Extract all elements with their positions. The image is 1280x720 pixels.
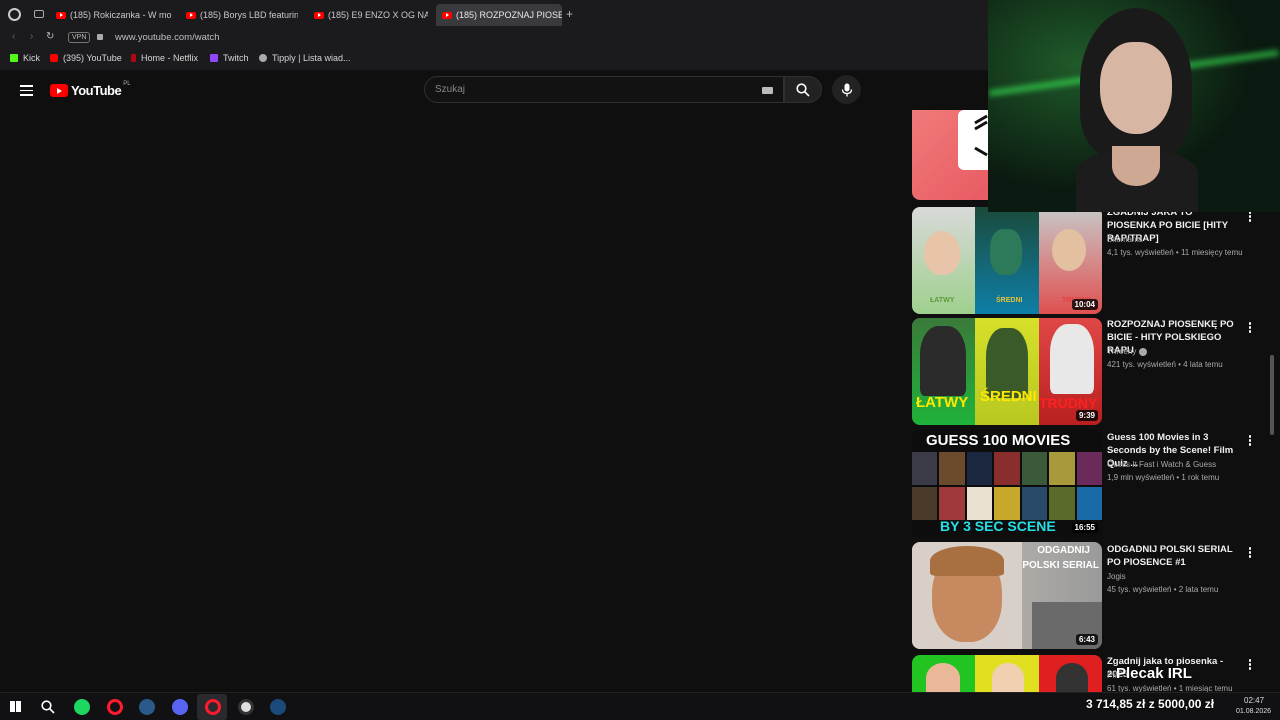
opera-gx-icon[interactable]	[205, 699, 221, 715]
bookmark-twitch[interactable]: Twitch	[210, 53, 249, 63]
tipply-icon	[259, 54, 267, 62]
tab-2[interactable]: (185) Borys LBD featuring I	[186, 4, 298, 26]
sidebar-scrollbar[interactable]	[1270, 355, 1274, 435]
bookmark-youtube[interactable]: (395) YouTube	[50, 53, 122, 63]
steam-app-icon[interactable]	[270, 699, 286, 715]
youtube-icon	[50, 54, 58, 62]
video-channel[interactable]: Bitomania	[1107, 235, 1143, 244]
youtube-play-logo-icon	[50, 84, 68, 97]
video-meta: 1,9 mln wyświetleń • 1 rok temu	[1107, 473, 1220, 482]
reload-icon[interactable]: ↻	[46, 31, 54, 42]
windows-taskbar: 3 714,85 zł z 5000,00 zł 02:47 01.08.202…	[0, 692, 1280, 720]
more-options-icon[interactable]	[1248, 322, 1252, 334]
netflix-icon	[131, 54, 136, 62]
more-options-icon[interactable]	[1248, 659, 1252, 671]
spotify-icon[interactable]	[74, 699, 90, 715]
bookmark-kick[interactable]: Kick	[10, 53, 40, 63]
video-thumbnail[interactable]: GUESS 100 MOVIES BY 3 SEC SCENE 16:55	[912, 430, 1102, 537]
youtube-favicon-icon	[314, 11, 324, 19]
vpn-badge[interactable]: VPN	[68, 32, 91, 43]
more-options-icon[interactable]	[1248, 211, 1252, 223]
video-thumbnail[interactable]	[912, 655, 1102, 692]
search-box: Szukaj	[424, 76, 784, 103]
search-input[interactable]: Szukaj	[435, 84, 465, 95]
youtube-logo[interactable]: YouTube PL	[50, 81, 131, 98]
steam-icon[interactable]	[139, 699, 155, 715]
lock-icon	[97, 34, 103, 40]
video-thumbnail-partial[interactable]	[912, 110, 990, 200]
duration-badge: 9:39	[1075, 410, 1098, 421]
opera-icon[interactable]	[107, 699, 123, 715]
duration-badge: 10:04	[1071, 299, 1098, 310]
video-meta: 45 tys. wyświetleń • 2 lata temu	[1107, 585, 1219, 594]
donation-goal-overlay: 3 714,85 zł z 5000,00 zł	[1086, 697, 1215, 711]
search-icon[interactable]	[41, 700, 55, 714]
new-tab-button[interactable]: +	[566, 7, 573, 21]
youtube-favicon-icon	[186, 11, 196, 19]
tab-3[interactable]: (185) E9 ENZO X OG NAFA	[314, 4, 428, 26]
kick-icon	[10, 54, 18, 62]
tab-4-active[interactable]: (185) ROZPOZNAJ PIOSEN	[436, 4, 562, 26]
windows-start-icon[interactable]	[10, 701, 21, 712]
video-player-area[interactable]	[0, 110, 900, 692]
duration-badge: 6:43	[1075, 634, 1098, 645]
back-icon[interactable]: ‹	[12, 31, 15, 42]
youtube-header: YouTube PL Szukaj	[0, 70, 990, 110]
tab-1[interactable]: (185) Rokiczanka - W moim	[56, 4, 172, 26]
forward-icon[interactable]: ›	[30, 31, 33, 42]
app-icon[interactable]	[238, 699, 254, 715]
search-icon	[796, 83, 810, 97]
url-text[interactable]: www.youtube.com/watch	[115, 32, 220, 43]
clock-date: 01.08.2026	[1236, 708, 1272, 715]
keyboard-icon[interactable]	[762, 87, 773, 94]
voice-search-button[interactable]	[832, 75, 861, 104]
streamer-webcam	[988, 0, 1280, 212]
microphone-icon	[841, 83, 852, 96]
more-options-icon[interactable]	[1248, 435, 1252, 447]
clock-time: 02:47	[1244, 696, 1265, 705]
plecak-irl-overlay: Plecak IRL	[1116, 665, 1192, 682]
bookmark-tipply[interactable]: Tipply | Lista wiad...	[259, 53, 351, 63]
video-channel[interactable]: Threeny	[1107, 347, 1148, 356]
twitch-icon	[210, 54, 218, 62]
bookmark-netflix[interactable]: Home - Netflix	[131, 53, 198, 63]
more-options-icon[interactable]	[1248, 547, 1252, 559]
tab-switcher-icon[interactable]	[34, 10, 44, 18]
video-thumbnail[interactable]: ŁATWY ŚREDNI TRUDNY 10:04	[912, 207, 1102, 314]
youtube-favicon-icon	[56, 11, 66, 19]
youtube-favicon-icon	[442, 11, 452, 19]
video-thumbnail[interactable]: ODGADNIJ POLSKI SERIAL 6:43	[912, 542, 1102, 649]
menu-icon[interactable]	[20, 85, 33, 96]
duration-badge: 16:55	[1071, 522, 1098, 533]
search-button[interactable]	[784, 76, 822, 103]
verified-icon	[1139, 347, 1148, 356]
opera-logo-icon[interactable]	[8, 8, 21, 21]
video-meta: 4,1 tys. wyświetleń • 11 miesięcy temu	[1107, 248, 1243, 257]
discord-icon[interactable]	[172, 699, 188, 715]
video-meta: 421 tys. wyświetleń • 4 lata temu	[1107, 360, 1223, 369]
video-channel[interactable]: Guess It Fast i Watch & Guess	[1107, 460, 1216, 469]
video-title[interactable]: ODGADNIJ POLSKI SERIAL PO PIOSENCE #1	[1107, 543, 1242, 569]
video-channel[interactable]: Jogis	[1107, 572, 1126, 581]
video-thumbnail[interactable]: ŁATWY ŚREDNI TRUDNY 9:39	[912, 318, 1102, 425]
